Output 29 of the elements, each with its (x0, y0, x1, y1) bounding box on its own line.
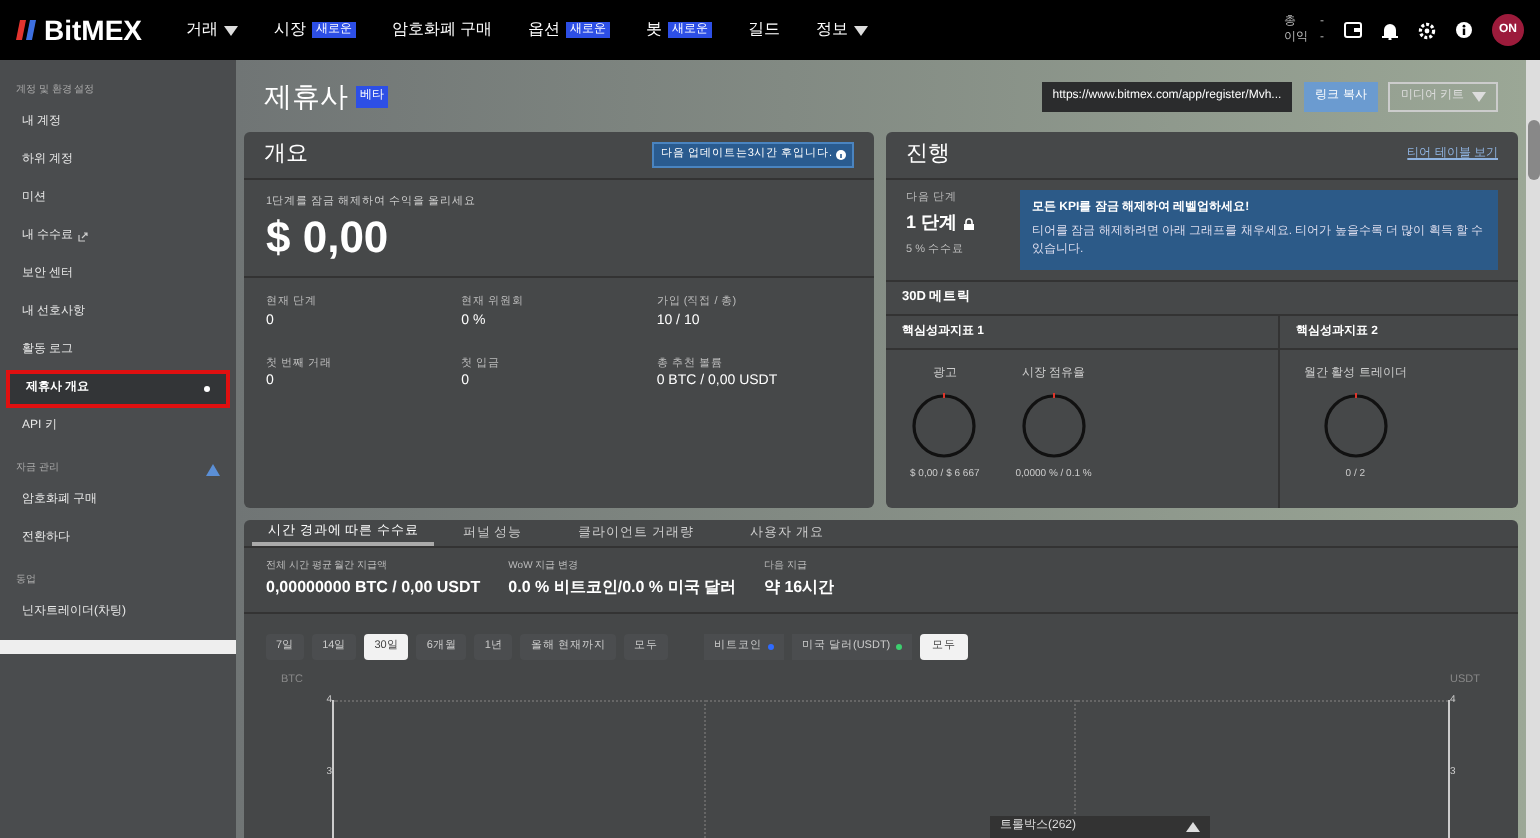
settings-icon[interactable] (1418, 21, 1436, 39)
caret-icon (1186, 822, 1200, 832)
bell-icon[interactable] (1382, 21, 1398, 39)
nav-link[interactable]: 길드 (748, 18, 781, 42)
caret-icon (854, 25, 869, 35)
info-icon[interactable] (1456, 22, 1472, 38)
warning-icon (206, 464, 220, 476)
stat-value: 0,00000000 BTC / 0,00 USDT (266, 575, 481, 600)
caret-icon (224, 25, 238, 35)
nav-link[interactable]: 정보 (816, 18, 869, 42)
stat-value: 0.0 % 비트코인/0.0 % 미국 달러 (508, 575, 736, 600)
card-title: 개요 (264, 140, 308, 171)
card-title: 진행 (906, 140, 950, 171)
info-icon (836, 150, 846, 160)
gauge-ring (910, 392, 979, 460)
stat-value: 약 16시간 (763, 575, 835, 600)
caret-icon (1472, 91, 1486, 101)
gauge-ring (1321, 392, 1390, 460)
external-link-icon (77, 232, 88, 242)
nav-link[interactable]: 암호화폐 구매 (392, 18, 493, 42)
nav-link[interactable]: 거래 (186, 18, 238, 42)
logo-icon (16, 20, 38, 40)
logo-text: BitMEX (44, 11, 142, 49)
wallet-icon[interactable] (1344, 22, 1362, 38)
lock-icon (963, 218, 974, 230)
page-title: 제휴사 (264, 77, 348, 115)
next-tier-value: 1 단계 (906, 210, 958, 237)
gauge-ring (1019, 392, 1088, 460)
earn-amount: $ 0,00 (266, 210, 391, 267)
